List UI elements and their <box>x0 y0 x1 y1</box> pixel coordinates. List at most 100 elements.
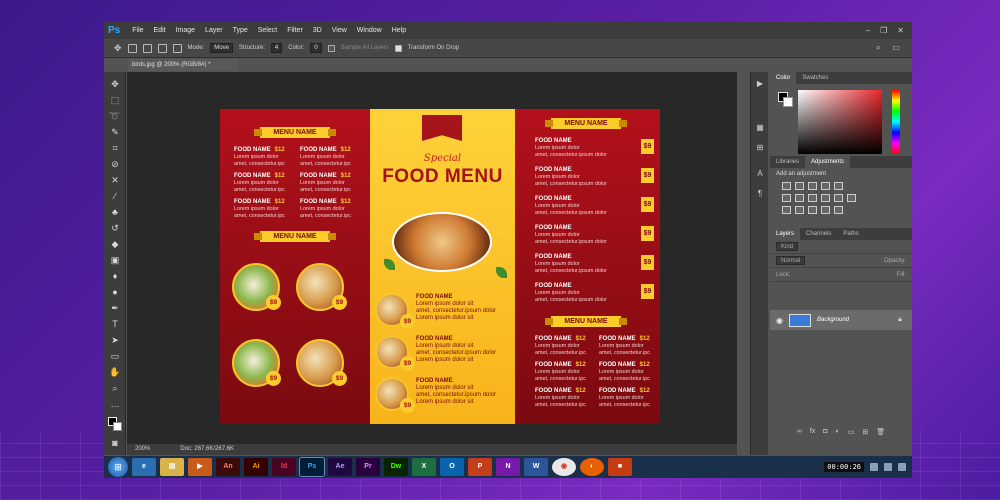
after-effects-icon[interactable]: Ae <box>328 458 352 476</box>
link-icon[interactable]: ∞ <box>797 428 802 436</box>
eyedropper-icon[interactable]: ⊘ <box>109 158 121 170</box>
content-aware-move-icon[interactable]: ✕ <box>109 174 121 186</box>
tab-libraries[interactable]: Libraries <box>770 156 805 168</box>
color-picker-field[interactable] <box>798 90 882 154</box>
dreamweaver-icon[interactable]: Dw <box>384 458 408 476</box>
tab-channels[interactable]: Channels <box>800 228 837 240</box>
more-tools-icon[interactable]: … <box>109 398 121 410</box>
document-tab[interactable]: birds.jpg @ 200% (RGB/8#) * <box>128 59 238 71</box>
pen-icon[interactable]: ✒ <box>109 302 121 314</box>
blend-mode-select[interactable]: Normal <box>776 256 806 265</box>
move-tool-icon[interactable]: ✥ <box>114 43 122 54</box>
levels-icon[interactable] <box>795 182 804 190</box>
hue-saturation-icon[interactable] <box>782 194 791 202</box>
word-icon[interactable]: W <box>524 458 548 476</box>
brush-settings-icon[interactable]: ▦ <box>754 122 766 134</box>
flag-icon[interactable] <box>898 463 906 471</box>
curves-icon[interactable] <box>808 182 817 190</box>
menu-view[interactable]: View <box>327 27 352 34</box>
network-icon[interactable] <box>870 463 878 471</box>
history-brush-icon[interactable]: ↺ <box>109 222 121 234</box>
channel-mixer-icon[interactable] <box>834 194 843 202</box>
color-select[interactable]: 0 <box>310 43 322 53</box>
tab-swatches[interactable]: Swatches <box>796 72 834 84</box>
history-icon[interactable]: ▶ <box>754 78 766 90</box>
character-icon[interactable]: A <box>754 168 766 180</box>
media-player-icon[interactable]: ▶ <box>188 458 212 476</box>
black-white-icon[interactable] <box>808 194 817 202</box>
menu-filter[interactable]: Filter <box>282 27 308 34</box>
tab-color[interactable]: Color <box>770 72 797 84</box>
search-icon[interactable]: ⌕ <box>876 43 880 53</box>
outlook-icon[interactable]: O <box>440 458 464 476</box>
fx-icon[interactable]: fx <box>810 428 815 436</box>
menu-file[interactable]: File <box>127 27 148 34</box>
threshold-icon[interactable] <box>808 206 817 214</box>
add-selection-icon[interactable] <box>142 43 152 53</box>
gradient-map-icon[interactable] <box>821 206 830 214</box>
photoshop-icon[interactable]: Ps <box>299 457 325 477</box>
eraser-icon[interactable]: ◆ <box>109 238 121 250</box>
color-balance-icon[interactable] <box>795 194 804 202</box>
background-color-swatch[interactable] <box>113 422 122 431</box>
intersect-selection-icon[interactable] <box>172 43 182 53</box>
illustrator-icon[interactable]: Ai <box>244 458 268 476</box>
menu-image[interactable]: Image <box>171 27 200 34</box>
marquee-icon[interactable]: ⬚ <box>109 94 121 106</box>
gradient-icon[interactable]: ▣ <box>109 254 121 266</box>
tab-adjustments[interactable]: Adjustments <box>805 156 851 168</box>
quick-select-icon[interactable]: ✎ <box>109 126 121 138</box>
lasso-icon[interactable]: ➰ <box>109 110 121 122</box>
blur-icon[interactable]: ♦ <box>109 270 121 282</box>
excel-icon[interactable]: X <box>412 458 436 476</box>
layer-background[interactable]: ◉ Background 🔒︎ <box>770 310 912 330</box>
tab-paths[interactable]: Paths <box>837 228 864 240</box>
group-icon[interactable]: ▭ <box>848 428 855 436</box>
menu-window[interactable]: Window <box>352 27 387 34</box>
zoom-level[interactable]: 200% <box>135 444 150 455</box>
ie-icon[interactable]: e <box>132 458 156 476</box>
start-button[interactable]: ⊞ <box>108 457 128 477</box>
structure-select[interactable]: 4 <box>270 43 283 53</box>
adjustment-layer-icon[interactable]: ◐ <box>836 428 840 436</box>
selective-color-icon[interactable] <box>834 206 843 214</box>
invert-icon[interactable] <box>782 206 791 214</box>
mask-icon[interactable]: ◘ <box>823 428 827 436</box>
premiere-icon[interactable]: Pr <box>356 458 380 476</box>
kind-filter[interactable]: Kind <box>776 242 799 251</box>
clone-source-icon[interactable]: ⊞ <box>754 142 766 154</box>
panel-background-swatch[interactable] <box>783 97 793 107</box>
close-icon[interactable]: ✕ <box>897 26 904 35</box>
menu-help[interactable]: Help <box>387 27 411 34</box>
menu-select[interactable]: Select <box>253 27 282 34</box>
paragraph-icon[interactable]: ¶ <box>754 188 766 200</box>
layer-name[interactable]: Background <box>817 317 849 323</box>
menu-type[interactable]: Type <box>228 27 253 34</box>
hand-icon[interactable]: ✋ <box>109 366 121 378</box>
color-lookup-icon[interactable] <box>847 194 856 202</box>
animate-icon[interactable]: An <box>216 458 240 476</box>
new-layer-icon[interactable]: ⊞ <box>862 428 868 436</box>
restore-icon[interactable]: ❐ <box>880 26 887 35</box>
photo-filter-icon[interactable] <box>821 194 830 202</box>
posterize-icon[interactable] <box>795 206 804 214</box>
workspace-icon[interactable]: ▭ <box>892 43 900 53</box>
type-icon[interactable]: T <box>109 318 121 330</box>
chrome-icon[interactable]: ◉ <box>552 458 576 476</box>
transform-drop-checkbox[interactable] <box>394 44 402 52</box>
vibrance-icon[interactable] <box>834 182 843 190</box>
minimize-icon[interactable]: – <box>866 26 870 35</box>
recorder-icon[interactable]: ■ <box>608 458 632 476</box>
volume-icon[interactable] <box>884 463 892 471</box>
path-select-icon[interactable]: ➤ <box>109 334 121 346</box>
dodge-icon[interactable]: ● <box>109 286 121 298</box>
zoom-icon[interactable]: ⌕ <box>109 382 121 394</box>
trash-icon[interactable]: 🗑︎ <box>876 428 885 436</box>
menu-edit[interactable]: Edit <box>149 27 171 34</box>
hue-slider[interactable] <box>892 90 900 154</box>
indesign-icon[interactable]: Id <box>272 458 296 476</box>
quick-mask-icon[interactable]: ◙ <box>109 437 121 449</box>
exposure-icon[interactable] <box>821 182 830 190</box>
move-icon[interactable]: ✥ <box>109 78 121 90</box>
menu-layer[interactable]: Layer <box>200 27 228 34</box>
